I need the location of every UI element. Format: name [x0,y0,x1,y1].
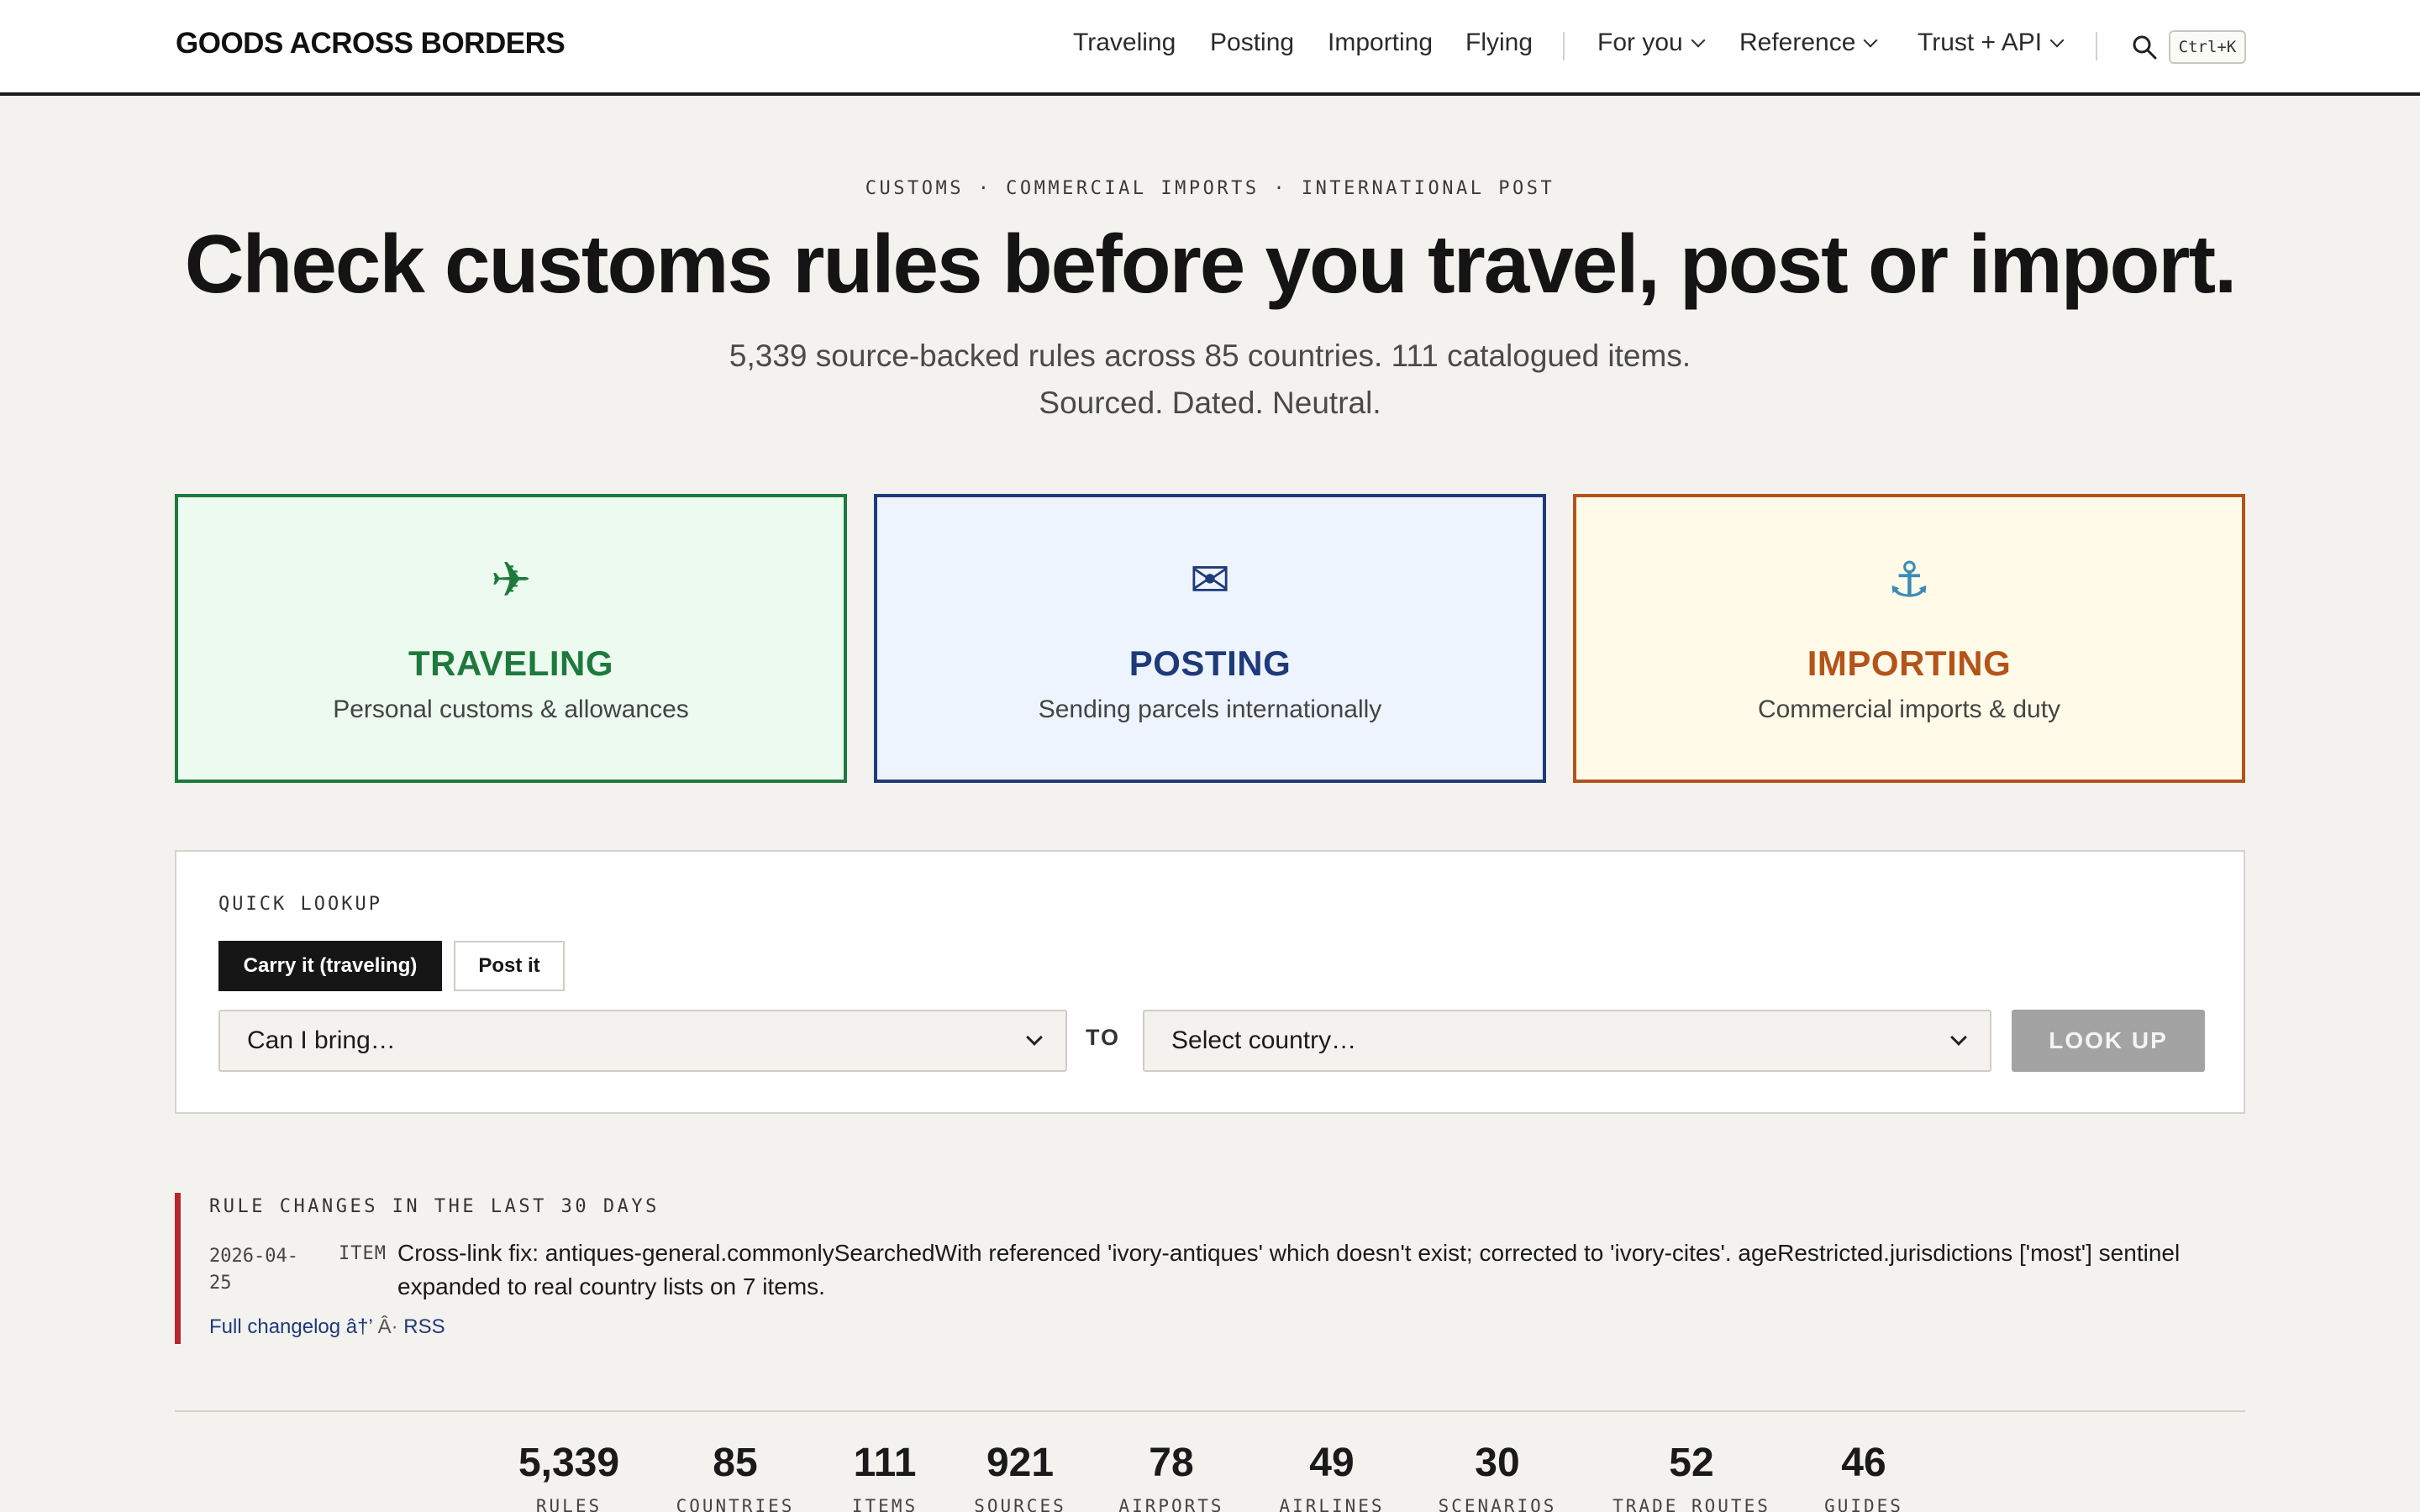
country-select[interactable]: Select country… [1143,1010,1991,1072]
nav-traveling[interactable]: Traveling [1073,29,1176,57]
mode-card-traveling[interactable]: ✈ TRAVELING Personal customs & allowance… [175,494,847,783]
rule-changes-section: RULE CHANGES IN THE LAST 30 DAYS 2026-04… [175,1193,2245,1344]
chevron-down-icon [1863,33,1878,48]
stat-trade-routes: 52 TRADE ROUTES [1603,1440,1780,1512]
stat-label: RULES [535,1496,602,1512]
nav-menu-for-you[interactable]: For you [1597,29,1706,57]
search-shortcut-hint: Ctrl+K [2169,30,2246,64]
nav-divider [1563,32,1565,60]
stat-label: AIRLINES [1279,1496,1385,1512]
tab-carry-it[interactable]: Carry it (traveling) [218,941,442,991]
stat-label: TRADE ROUTES [1612,1496,1770,1512]
mode-card-subtitle: Personal customs & allowances [333,696,689,723]
stat-value: 921 [986,1441,1055,1485]
stat-countries: 85 COUNTRIES [667,1440,803,1512]
search-icon[interactable] [2131,34,2158,60]
nav-menu-label: Trust + API [1918,29,2043,56]
chevron-down-icon [1026,1029,1043,1046]
look-up-button[interactable]: LOOK UP [2012,1010,2205,1072]
stat-guides: 46 GUIDES [1817,1440,1911,1512]
mode-card-subtitle: Commercial imports & duty [1757,696,2061,723]
envelope-icon: ✉ [1189,553,1231,607]
mode-card-title: TRAVELING [408,643,614,683]
page-title: Check customs rules before you travel, p… [184,218,2238,310]
to-label: TO [1086,1025,1121,1050]
stat-value: 5,339 [518,1441,620,1485]
stat-value: 30 [1475,1441,1520,1485]
stat-value: 46 [1841,1441,1886,1485]
country-select-value: Select country… [1171,1026,1357,1054]
item-select-value: Can I bring… [247,1026,396,1054]
item-select[interactable]: Can I bring… [218,1010,1067,1072]
stats-divider [175,1410,2245,1412]
stat-value: 85 [713,1441,758,1485]
link-separator: Â· [371,1315,404,1338]
chevron-down-icon [1691,33,1706,48]
nav-menu-label: For you [1597,29,1683,56]
change-date: 2026-04-25 [209,1246,298,1294]
mode-card-title: POSTING [1128,643,1292,683]
stat-label: SOURCES [974,1496,1066,1512]
mode-card-title: IMPORTING [1807,643,2012,683]
stat-label: GUIDES [1824,1496,1903,1512]
stat-sources: 921 SOURCES [965,1440,1076,1512]
mode-card-importing[interactable]: ⚓ IMPORTING Commercial imports & duty [1573,494,2245,783]
nav-posting[interactable]: Posting [1210,29,1294,57]
stat-label: COUNTRIES [676,1496,795,1512]
stat-value: 49 [1309,1441,1355,1485]
change-kind: ITEM [339,1243,387,1264]
rule-changes-label: RULE CHANGES IN THE LAST 30 DAYS [209,1196,660,1217]
nav-divider [2096,32,2097,60]
chevron-down-icon [1950,1029,1967,1046]
stat-value: 111 [853,1441,917,1485]
hero-subtitle: 5,339 source-backed rules across 85 coun… [729,339,1691,420]
nav-menu-label: Reference [1739,29,1856,56]
stat-items: 111 ITEMS [840,1440,929,1512]
nav-menu-trust-api[interactable]: Trust + API [1918,29,2065,57]
stat-label: AIRPORTS [1118,1496,1224,1512]
stat-rules: 5,339 RULES [503,1440,634,1512]
quick-lookup-panel: QUICK LOOKUP Carry it (traveling) Post i… [175,850,2245,1114]
stat-value: 78 [1149,1441,1194,1485]
nav-importing[interactable]: Importing [1328,29,1433,57]
hero-eyebrow: CUSTOMS · COMMERCIAL IMPORTS · INTERNATI… [865,178,1555,199]
full-changelog-link[interactable]: Full changelog â†’ [209,1315,372,1338]
nav-flying[interactable]: Flying [1465,29,1533,57]
tab-post-it[interactable]: Post it [454,941,565,991]
anchor-icon: ⚓ [1887,553,1931,607]
stat-label: ITEMS [851,1496,918,1512]
quick-lookup-label: QUICK LOOKUP [218,894,382,915]
stat-airlines: 49 AIRLINES [1272,1440,1392,1512]
nav-menu-reference[interactable]: Reference [1739,29,1878,57]
mode-card-posting[interactable]: ✉ POSTING Sending parcels internationall… [874,494,1546,783]
rss-link[interactable]: RSS [403,1315,445,1338]
mode-card-subtitle: Sending parcels internationally [1038,696,1382,723]
stat-scenarios: 30 SCENARIOS [1432,1440,1563,1512]
stat-airports: 78 AIRPORTS [1113,1440,1230,1512]
stat-label: SCENARIOS [1438,1496,1557,1512]
changelog-links: Full changelog â†’ Â· RSS [209,1315,445,1339]
airplane-icon: ✈ [490,553,532,607]
chevron-down-icon [2049,33,2065,48]
top-navigation-bar: GOODS ACROSS BORDERS Traveling Posting I… [0,0,2420,96]
stat-value: 52 [1669,1441,1714,1485]
main-nav: Traveling Posting Importing Flying For y… [0,29,2420,66]
change-description: Cross-link fix: antiques-general.commonl… [397,1240,2181,1299]
